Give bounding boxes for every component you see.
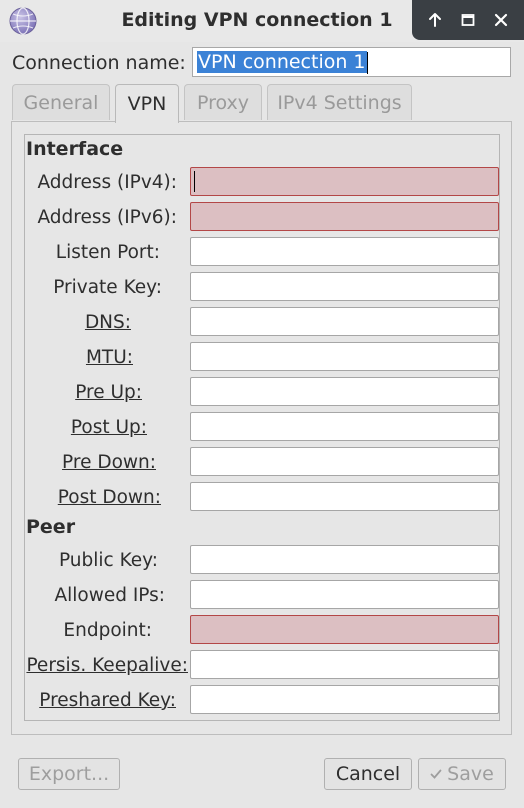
dns-input[interactable]: [190, 307, 499, 336]
private-key-label: Private Key:: [53, 277, 162, 298]
interface-heading: Interface: [26, 138, 124, 160]
public-key-label: Public Key:: [58, 550, 158, 571]
public-key-input[interactable]: [190, 545, 499, 574]
tab-ipv4-settings[interactable]: IPv4 Settings: [267, 84, 412, 120]
tab-vpn[interactable]: VPN: [115, 84, 179, 123]
pre-up-label: Pre Up:: [75, 382, 142, 403]
connection-name-label: Connection name:: [12, 52, 186, 74]
pre-down-label: Pre Down:: [62, 452, 156, 473]
title-bar: Editing VPN connection 1: [0, 0, 524, 42]
address-ipv6-input[interactable]: [190, 202, 499, 231]
save-button-label: Save: [447, 763, 494, 785]
post-down-label: Post Down:: [57, 487, 161, 508]
peer-heading: Peer: [26, 516, 76, 538]
mtu-input[interactable]: [190, 342, 499, 371]
preshared-key-input[interactable]: [190, 685, 499, 714]
listen-port-label: Listen Port:: [55, 242, 160, 263]
tab-proxy[interactable]: Proxy: [184, 84, 262, 120]
text-caret: [194, 171, 195, 192]
private-key-input[interactable]: [190, 272, 499, 301]
maximize-icon[interactable]: [456, 8, 480, 32]
mtu-label: MTU:: [85, 347, 133, 368]
listen-port-input[interactable]: [190, 237, 499, 266]
persistent-keepalive-input[interactable]: [190, 650, 499, 679]
connection-name-value: VPN connection 1: [197, 51, 367, 73]
cancel-button[interactable]: Cancel: [324, 758, 412, 790]
tab-general[interactable]: General: [12, 84, 110, 120]
dns-label: DNS:: [84, 312, 131, 333]
endpoint-label: Endpoint:: [63, 620, 152, 641]
endpoint-input[interactable]: [190, 615, 499, 644]
export-button[interactable]: Export...: [18, 758, 120, 790]
close-icon[interactable]: [489, 8, 513, 32]
text-caret: [366, 51, 368, 74]
pre-up-input[interactable]: [190, 377, 499, 406]
save-button[interactable]: Save: [418, 758, 506, 790]
checkmark-icon: [430, 769, 442, 779]
post-up-input[interactable]: [190, 412, 499, 441]
allowed-ips-input[interactable]: [190, 580, 499, 609]
window-controls: [412, 0, 524, 40]
address-ipv4-input[interactable]: [190, 167, 499, 196]
post-up-label: Post Up:: [70, 417, 147, 438]
preshared-key-label: Preshared Key:: [39, 690, 176, 711]
persistent-keepalive-label: Persis. Keepalive:: [26, 655, 188, 676]
cancel-button-label: Cancel: [335, 763, 401, 785]
up-arrow-icon[interactable]: [423, 8, 447, 32]
post-down-input[interactable]: [190, 482, 499, 511]
allowed-ips-label: Allowed IPs:: [54, 585, 165, 606]
address-ipv6-label: Address (IPv6):: [37, 207, 177, 228]
export-button-label: Export...: [28, 763, 110, 785]
address-ipv4-label: Address (IPv4):: [37, 172, 177, 193]
pre-down-input[interactable]: [190, 447, 499, 476]
connection-name-input[interactable]: VPN connection 1: [192, 47, 511, 77]
